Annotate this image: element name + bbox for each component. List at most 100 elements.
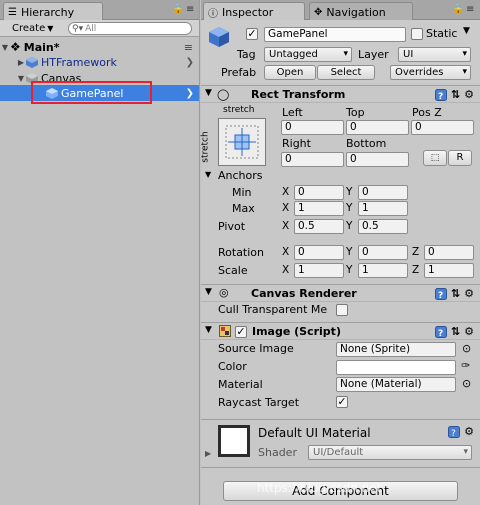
cull-transparent-checkbox[interactable] [336, 304, 348, 316]
scale-x-input[interactable]: 1 [294, 263, 344, 278]
info-icon: ⓘ [208, 9, 218, 20]
prefab-overrides-dropdown[interactable]: Overrides [390, 65, 471, 80]
chevron-right-icon[interactable]: ❯ [186, 57, 194, 68]
image-script-body: Source Image None (Sprite) ⊙ Color ✑ Mat… [201, 341, 480, 421]
rotation-x-input[interactable]: 0 [294, 245, 344, 260]
bottom-input[interactable]: 0 [346, 152, 409, 167]
help-icon[interactable]: ? [434, 287, 447, 301]
preset-icon[interactable]: ⇅ [451, 88, 460, 101]
settings-gear-icon[interactable]: ⚙ [464, 425, 474, 438]
pivot-x-input[interactable]: 0.5 [294, 219, 344, 234]
source-image-field[interactable]: None (Sprite) [336, 342, 456, 357]
active-checkbox[interactable]: ✓ [246, 28, 258, 40]
anchors-expand-arrow-icon[interactable]: ▼ [205, 170, 211, 179]
canvas-renderer-icon: ◎ [219, 286, 229, 299]
navigation-tab[interactable]: ✥ Navigation [309, 2, 413, 20]
shader-label: Shader [258, 446, 297, 459]
menu-icon[interactable]: ≡ [466, 4, 474, 15]
collapse-arrow-icon[interactable]: ▼ [205, 88, 212, 98]
anchor-max-x-input[interactable]: 1 [294, 201, 344, 216]
raycast-target-checkbox[interactable]: ✓ [336, 396, 348, 408]
tag-dropdown[interactable]: Untagged [264, 47, 352, 62]
color-swatch[interactable] [336, 360, 456, 375]
top-input[interactable]: 0 [346, 120, 409, 135]
preset-icon[interactable]: ⇅ [451, 287, 460, 300]
navigation-tab-label: Navigation [326, 6, 386, 19]
svg-text:?: ? [438, 329, 443, 338]
object-picker-icon[interactable]: ⊙ [462, 377, 471, 390]
hierarchy-item-htframework[interactable]: ▶ HTFramework ❯ [0, 54, 199, 70]
rect-transform-title: Rect Transform [251, 88, 346, 101]
static-dropdown-arrow-icon[interactable]: ▼ [463, 26, 470, 36]
scale-label: Scale [218, 264, 248, 277]
create-dropdown[interactable]: Create ▼ [8, 21, 57, 36]
menu-icon[interactable]: ≡ [186, 4, 194, 15]
settings-gear-icon[interactable]: ⚙ [464, 88, 474, 101]
collapse-arrow-icon[interactable]: ▶ [205, 449, 211, 458]
hierarchy-tab[interactable]: ☰ Hierarchy [3, 2, 103, 20]
prefab-open-button[interactable]: Open [264, 65, 316, 80]
object-header: ✓ GamePanel Static ▼ Tag Untagged Layer … [201, 20, 480, 83]
hierarchy-search-input[interactable]: ⚲▾ All [68, 22, 192, 35]
watermark-text: https://blog.csdn.net [257, 481, 382, 495]
expand-arrow-icon[interactable]: ▼ [16, 74, 26, 83]
raw-edit-button[interactable]: R [448, 150, 472, 166]
chevron-right-icon[interactable]: ❯ [186, 88, 194, 99]
anchor-preset-icon [225, 125, 259, 159]
inspector-panel: ⓘ Inspector ✥ Navigation 🔒 ≡ ✓ GamePanel… [201, 0, 480, 505]
anchor-preset-button[interactable] [218, 118, 266, 166]
min-x-label: X [282, 186, 290, 198]
posz-input[interactable]: 0 [411, 120, 474, 135]
scale-y-input[interactable]: 1 [358, 263, 408, 278]
help-icon[interactable]: ? [448, 425, 461, 439]
collapsed-arrow-icon[interactable]: ▶ [16, 58, 26, 67]
right-input[interactable]: 0 [281, 152, 344, 167]
posz-col-label: Pos Z [412, 106, 442, 119]
list-icon: ☰ [8, 7, 17, 18]
inspector-tab[interactable]: ⓘ Inspector [203, 2, 305, 20]
help-icon[interactable]: ? [434, 88, 447, 102]
blueprint-mode-button[interactable]: ⬚ [423, 150, 447, 166]
raycast-target-label: Raycast Target [218, 396, 300, 409]
preset-icon[interactable]: ⇅ [451, 325, 460, 338]
right-col-label: Right [282, 137, 311, 150]
image-script-header[interactable]: ▼ ✓ Image (Script) ? ⇅ ⚙ [201, 322, 480, 340]
scene-menu-icon[interactable]: ≡ [184, 41, 193, 54]
object-picker-icon[interactable]: ⊙ [462, 342, 471, 355]
search-icon: ⚲▾ [72, 23, 84, 34]
anchor-min-x-input[interactable]: 0 [294, 185, 344, 200]
settings-gear-icon[interactable]: ⚙ [464, 287, 474, 300]
shader-dropdown[interactable]: UI/Default [308, 445, 472, 460]
rect-transform-header[interactable]: ▼ ◯ Rect Transform ? ⇅ ⚙ [201, 85, 480, 103]
layer-dropdown[interactable]: UI [398, 47, 471, 62]
anchor-min-y-input[interactable]: 0 [358, 185, 408, 200]
lock-icon[interactable]: 🔒 [172, 4, 184, 15]
scene-row[interactable]: ▼ ❖ Main* ≡ [0, 39, 199, 55]
static-label: Static [426, 27, 458, 40]
object-name-input[interactable]: GamePanel [264, 27, 406, 42]
lock-icon[interactable]: 🔒 [452, 4, 464, 15]
settings-gear-icon[interactable]: ⚙ [464, 325, 474, 338]
scale-z-input[interactable]: 1 [424, 263, 474, 278]
left-input[interactable]: 0 [281, 120, 344, 135]
anchor-max-label: Max [232, 202, 255, 215]
image-script-title: Image (Script) [252, 325, 341, 338]
editor-window: ☰ Hierarchy 🔒 ≡ Create ▼ ⚲▾ All ▼ ❖ Main… [0, 0, 480, 505]
collapse-arrow-icon[interactable]: ▼ [205, 287, 212, 297]
material-section: ▶ Default UI Material Shader UI/Default … [201, 421, 480, 463]
static-checkbox[interactable] [411, 28, 423, 40]
image-enabled-checkbox[interactable]: ✓ [235, 326, 247, 338]
source-image-label: Source Image [218, 342, 294, 355]
eyedropper-icon[interactable]: ✑ [461, 359, 470, 372]
expand-arrow-icon[interactable]: ▼ [0, 43, 10, 52]
anchor-max-y-input[interactable]: 1 [358, 201, 408, 216]
rotation-z-input[interactable]: 0 [424, 245, 474, 260]
canvas-renderer-header[interactable]: ▼ ◎ Canvas Renderer ? ⇅ ⚙ [201, 284, 480, 302]
collapse-arrow-icon[interactable]: ▼ [205, 325, 212, 335]
cull-transparent-label: Cull Transparent Me [218, 303, 328, 316]
rotation-y-input[interactable]: 0 [358, 245, 408, 260]
pivot-y-input[interactable]: 0.5 [358, 219, 408, 234]
prefab-select-button[interactable]: Select [317, 65, 375, 80]
help-icon[interactable]: ? [434, 325, 447, 339]
material-field[interactable]: None (Material) [336, 377, 456, 392]
